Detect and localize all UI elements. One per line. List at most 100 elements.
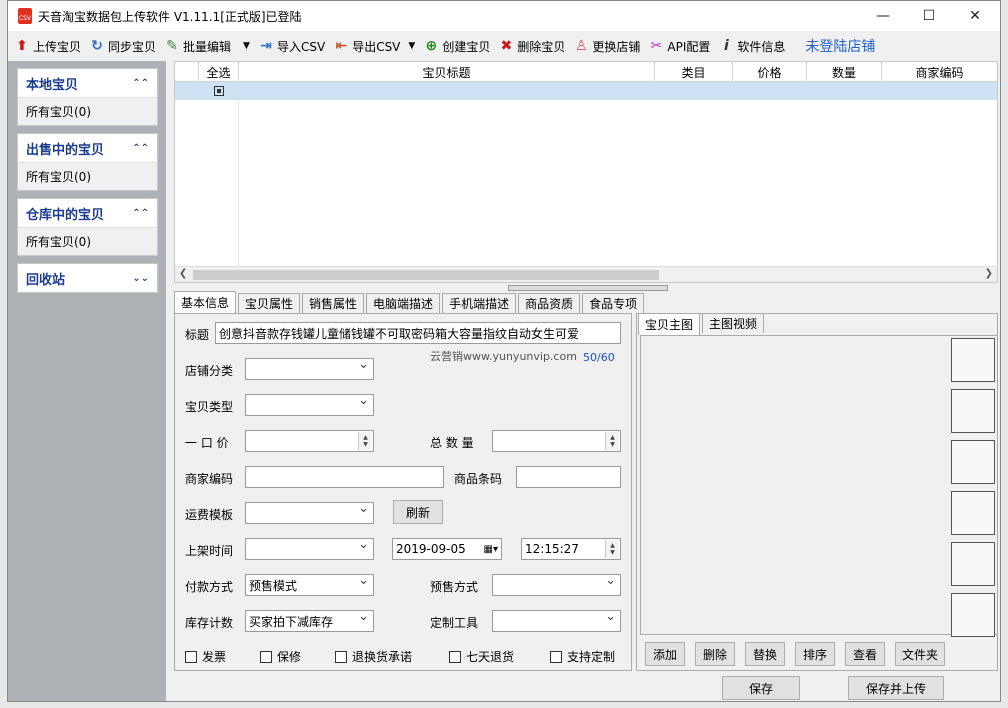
sidebar-item-all[interactable]: 所有宝贝(0) — [18, 97, 157, 125]
list-time-select[interactable] — [245, 538, 374, 560]
return-promise-checkbox[interactable]: 退换货承诺 — [335, 648, 412, 665]
tab-main-video[interactable]: 主图视频 — [702, 313, 765, 333]
export-csv-button[interactable]: ⇤ 导出CSV ▼ — [333, 34, 415, 58]
invoice-checkbox[interactable]: 发票 — [185, 648, 226, 665]
checkbox-icon[interactable] — [449, 650, 461, 663]
api-config-button[interactable]: ✂ API配置 — [648, 34, 711, 58]
sidebar-group-header[interactable]: 仓库中的宝贝 ⌃⌃ — [18, 199, 157, 227]
checkbox-icon[interactable] — [335, 650, 347, 663]
tab-basic-info[interactable]: 基本信息 — [174, 291, 237, 313]
maximize-button[interactable]: ☐ — [906, 1, 952, 31]
column-select-all[interactable]: 全选 — [199, 62, 239, 82]
stepper-icon[interactable]: ▲ ▼ — [605, 432, 619, 450]
software-info-button[interactable]: i 软件信息 — [718, 34, 785, 58]
presale-select[interactable] — [492, 574, 621, 596]
sidebar-group-header[interactable]: 回收站 ⌄⌄ — [18, 264, 157, 292]
sync-label: 同步宝贝 — [108, 39, 157, 54]
item-type-label: 宝贝类型 — [185, 400, 234, 414]
delete-button[interactable]: ✖ 删除宝贝 — [498, 34, 565, 58]
checkbox-label: 七天退货 — [466, 650, 515, 664]
date-picker[interactable]: 2019-09-05 ▦▾ — [392, 538, 502, 560]
chevron-down-icon[interactable]: ⌄⌄ — [132, 273, 149, 284]
checkbox-icon[interactable] — [550, 650, 562, 663]
warranty-checkbox[interactable]: 保修 — [260, 648, 301, 665]
image-slot[interactable] — [951, 593, 995, 637]
scroll-thumb[interactable] — [193, 270, 659, 280]
column-quantity[interactable]: 数量 — [807, 62, 882, 82]
barcode-input[interactable] — [516, 466, 621, 488]
total-qty-input[interactable]: ▲ ▼ — [492, 430, 621, 452]
save-upload-button[interactable]: 保存并上传 — [848, 676, 944, 700]
dropdown-arrow-icon: ▼ — [408, 41, 416, 51]
chevron-up-icon[interactable]: ⌃⌃ — [132, 143, 149, 154]
tab-sale-attributes[interactable]: 销售属性 — [302, 293, 365, 313]
arrow-up-icon: ⬆ — [16, 38, 28, 54]
sort-image-button[interactable]: 排序 — [795, 642, 835, 666]
sidebar-item-all[interactable]: 所有宝贝(0) — [18, 162, 157, 190]
scroll-right-icon[interactable]: ❯ — [985, 268, 993, 279]
seven-day-return-checkbox[interactable]: 七天退货 — [449, 648, 514, 665]
checkbox-label: 退换货承诺 — [352, 650, 413, 664]
stepper-icon[interactable]: ▲ ▼ — [605, 540, 619, 558]
checkbox-icon[interactable] — [214, 86, 224, 96]
time-picker[interactable]: 12:15:27 ▲ ▼ — [521, 538, 621, 560]
tab-pc-description[interactable]: 电脑端描述 — [366, 293, 441, 313]
stepper-icon[interactable]: ▲ ▼ — [358, 432, 372, 450]
shop-category-select[interactable] — [245, 358, 374, 380]
add-image-button[interactable]: 添加 — [645, 642, 685, 666]
folder-button[interactable]: 文件夹 — [895, 642, 945, 666]
sidebar-group-header[interactable]: 本地宝贝 ⌃⌃ — [18, 69, 157, 97]
column-merchant-code[interactable]: 商家编码 — [882, 62, 997, 82]
image-slot[interactable] — [951, 542, 995, 586]
save-button[interactable]: 保存 — [722, 676, 800, 700]
delete-image-button[interactable]: 删除 — [695, 642, 735, 666]
tab-main-image[interactable]: 宝贝主图 — [638, 313, 701, 335]
import-csv-button[interactable]: ⇥ 导入CSV — [258, 34, 325, 58]
upload-button[interactable]: ⬆ 上传宝贝 — [14, 34, 81, 58]
chevron-up-icon[interactable]: ⌃⌃ — [132, 78, 149, 89]
replace-image-button[interactable]: 替换 — [745, 642, 785, 666]
sidebar-item-all[interactable]: 所有宝贝(0) — [18, 227, 157, 255]
image-slot[interactable] — [951, 491, 995, 535]
sync-button[interactable]: ↻ 同步宝贝 — [89, 34, 156, 58]
checkbox-icon[interactable] — [260, 650, 272, 663]
sidebar-group-header[interactable]: 出售中的宝贝 ⌃⌃ — [18, 134, 157, 162]
stock-count-select[interactable]: 买家拍下减库存 — [245, 610, 374, 632]
chevron-up-icon[interactable]: ⌃⌃ — [132, 208, 149, 219]
sidebar-group-recycle: 回收站 ⌄⌄ — [17, 263, 158, 293]
custom-support-checkbox[interactable]: 支持定制 — [550, 648, 615, 665]
custom-tool-select[interactable] — [492, 610, 621, 632]
column-price[interactable]: 价格 — [733, 62, 807, 82]
view-image-button[interactable]: 查看 — [845, 642, 885, 666]
horizontal-scrollbar[interactable]: ❮ ❯ — [175, 266, 997, 282]
login-status-link[interactable]: 未登陆店铺 — [805, 36, 875, 56]
scroll-left-icon[interactable]: ❮ — [179, 268, 187, 279]
change-shop-button[interactable]: ♙ 更换店铺 — [573, 34, 640, 58]
item-type-select[interactable] — [245, 394, 374, 416]
image-slot[interactable] — [951, 338, 995, 382]
image-slot[interactable] — [951, 389, 995, 433]
tab-qualification[interactable]: 商品资质 — [518, 293, 581, 313]
image-slot[interactable] — [951, 440, 995, 484]
merchant-code-input[interactable] — [245, 466, 444, 488]
column-title[interactable]: 宝贝标题 — [239, 62, 655, 82]
export-csv-label: 导出CSV — [352, 39, 401, 54]
tab-food[interactable]: 食品专项 — [582, 293, 645, 313]
refresh-button[interactable]: 刷新 — [393, 500, 443, 524]
barcode-label: 商品条码 — [454, 472, 503, 486]
close-button[interactable]: ✕ — [952, 1, 998, 31]
row-checkbox[interactable] — [199, 82, 239, 100]
create-button[interactable]: ⊕ 创建宝贝 — [423, 34, 490, 58]
table-row[interactable] — [175, 82, 997, 100]
calendar-icon[interactable]: ▦▾ — [484, 544, 498, 555]
payment-select[interactable]: 预售模式 — [245, 574, 374, 596]
title-input[interactable]: 创意抖音款存钱罐儿童储钱罐不可取密码箱大容量指纹自动女生可爱 — [215, 322, 621, 344]
tab-item-attributes[interactable]: 宝贝属性 — [238, 293, 301, 313]
batch-edit-button[interactable]: ✎ 批量编辑 ▼ — [164, 34, 250, 58]
tab-mobile-description[interactable]: 手机端描述 — [442, 293, 517, 313]
freight-select[interactable] — [245, 502, 374, 524]
checkbox-icon[interactable] — [185, 650, 197, 663]
price-input[interactable]: ▲ ▼ — [245, 430, 374, 452]
minimize-button[interactable]: — — [860, 1, 906, 31]
column-category[interactable]: 类目 — [655, 62, 733, 82]
